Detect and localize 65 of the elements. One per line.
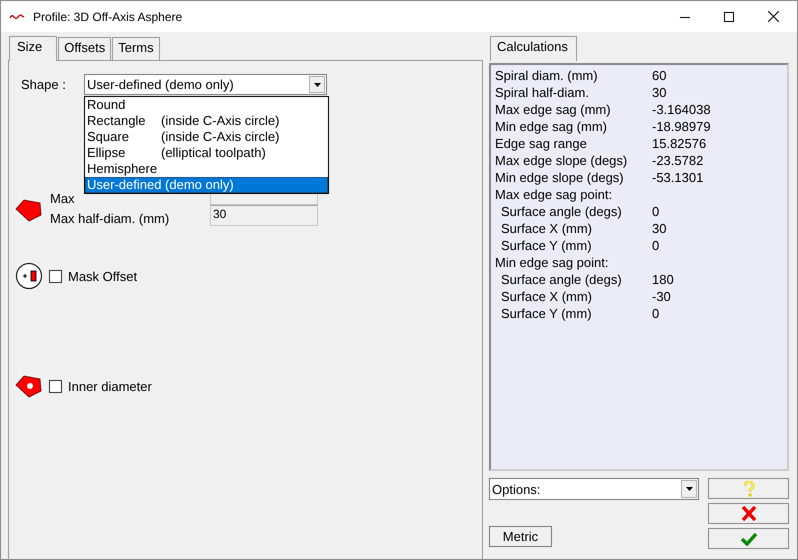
calc-label: Min edge sag point: [495,254,610,271]
checkbox[interactable] [49,270,62,282]
calc-value: 30 [652,220,666,237]
dropdown-option[interactable]: Ellipse (elliptical toolpath) [85,145,328,161]
field-label: Max half-diam. (mm) [50,211,170,226]
field-label: Max [50,192,76,205]
calc-label: Spiral half-diam. [495,84,590,101]
calc-value: 0 [652,203,660,220]
calc-value: -30 [652,288,671,305]
caret-icon [681,480,697,498]
tab[interactable]: Size [9,36,58,61]
hexagon-hole-icon [15,374,43,398]
calc-label: Surface Y (mm) [500,305,593,322]
input-field[interactable]: 30 [210,205,318,226]
calc-value: -53.1301 [652,169,704,186]
calc-label: Surface Y (mm) [500,237,593,254]
ok-button[interactable] [708,528,789,549]
calc-value: 30 [652,84,666,101]
help-button[interactable] [708,478,789,499]
hexagon-icon [15,198,43,222]
maximize-icon[interactable] [724,12,734,22]
calc-label: Min edge slope (degs) [495,169,625,186]
close-icon [740,506,756,521]
tab[interactable]: Terms [112,37,160,60]
calc-label: Min edge sag (mm) [495,118,608,135]
caret-icon [309,76,325,92]
checkmark-icon [740,532,758,546]
calc-label: Max edge sag point: [495,186,614,203]
app-icon [9,12,25,20]
options-dropdown[interactable]: Options: [489,478,699,500]
metric-button[interactable]: Metric [489,526,552,547]
checkbox-label: Mask Offset [68,268,138,284]
cancel-button[interactable] [708,503,789,524]
dropdown-option[interactable]: Square (inside C-Axis circle) [85,129,328,145]
calc-label: Surface X (mm) [500,288,594,305]
question-icon [742,480,754,496]
checkbox[interactable] [49,380,62,392]
calc-value: 15.82576 [652,135,706,152]
tab[interactable]: Offsets [58,37,112,60]
dropdown-option[interactable]: Round [85,97,328,113]
calc-label: Edge sag range [495,135,588,152]
dropdown-option[interactable]: Hemisphere [85,161,328,177]
dropdown-option[interactable]: Rectangle (inside C-Axis circle) [85,113,328,129]
calc-value: 60 [652,67,666,84]
shape-label: Shape : [21,76,67,92]
circle-target-icon [15,262,43,290]
shape-dropdown[interactable]: User-defined (demo only) [84,74,327,94]
window-title: Profile: 3D Off-Axis Asphere [33,10,182,24]
calc-label: Surface angle (degs) [500,271,623,288]
calc-label: Surface X (mm) [500,220,594,237]
calc-value: 0 [652,305,660,322]
calc-value: 180 [652,271,674,288]
calc-value: 0 [652,237,660,254]
calc-value: -18.98979 [652,118,711,135]
close-icon[interactable] [768,11,779,22]
calc-value: -23.5782 [652,152,704,169]
calc-label: Max edge slope (degs) [495,152,628,169]
calc-label: Max edge sag (mm) [495,101,612,118]
calc-label: Surface angle (degs) [500,203,623,220]
input-field[interactable] [210,192,318,205]
dropdown-option[interactable]: User-defined (demo only) [85,177,328,193]
checkbox-label: Inner diameter [68,378,152,394]
tab[interactable]: Calculations [490,36,577,61]
calc-label: Spiral diam. (mm) [495,67,599,84]
calc-value: -3.164038 [652,101,711,118]
